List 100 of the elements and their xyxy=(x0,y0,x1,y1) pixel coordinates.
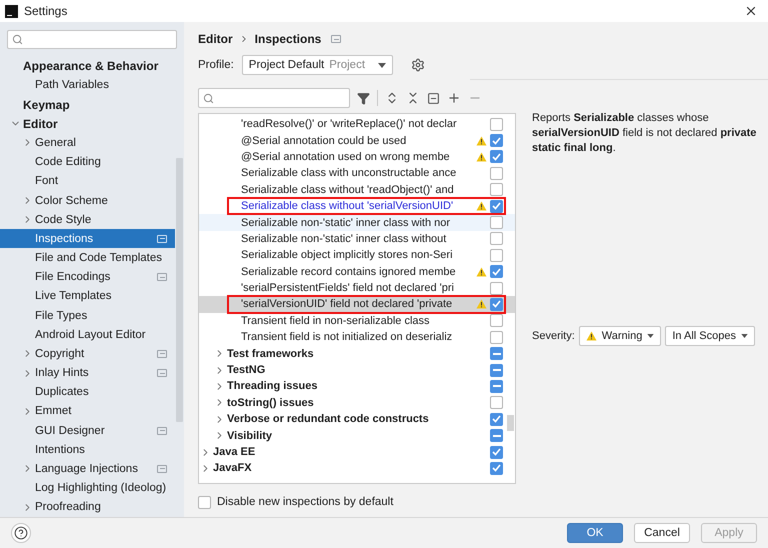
profile-dropdown[interactable]: Project Default Project xyxy=(242,55,393,75)
sidebar-item[interactable]: File and Code Templates xyxy=(0,248,175,268)
checkbox[interactable] xyxy=(490,364,503,377)
sidebar-item[interactable]: Android Layout Editor xyxy=(0,325,175,344)
checkbox[interactable] xyxy=(490,134,503,148)
checkbox[interactable] xyxy=(490,282,503,295)
sidebar-item[interactable]: Proofreading xyxy=(0,498,175,517)
inspection-label[interactable]: Serializable class with unconstructable ance xyxy=(241,167,456,180)
settings-icon[interactable] xyxy=(410,58,425,72)
window-title: Settings xyxy=(24,4,68,18)
inspection-label[interactable]: @Serial annotation could be used xyxy=(241,134,406,147)
checkbox[interactable] xyxy=(490,429,503,442)
inspection-label[interactable]: Transient field is not initialized on deserializ xyxy=(241,331,452,344)
search-field[interactable] xyxy=(7,30,177,49)
inspection-label[interactable]: Threading issues xyxy=(227,380,318,392)
inspection-label[interactable]: Verbose or redundant code constructs xyxy=(227,413,429,426)
dialog-button[interactable]: OK xyxy=(567,523,623,543)
sidebar-item[interactable]: Code Editing xyxy=(0,152,175,172)
inspection-label[interactable]: 'readResolve()' or 'writeReplace()' not declar xyxy=(241,118,457,130)
sidebar-item[interactable]: Font xyxy=(0,172,175,191)
sidebar-item[interactable]: Inlay Hints xyxy=(0,363,175,383)
tree-row[interactable]: 'serialVersionUID' field not declared 'private xyxy=(199,296,515,313)
dialog-button[interactable]: Cancel xyxy=(634,523,690,543)
inspection-label[interactable]: Serializable non-'static' inner class with nor xyxy=(241,216,450,229)
inspection-label[interactable]: Transient field in non-serializable class xyxy=(241,314,430,327)
project-icon xyxy=(331,35,342,43)
checkbox[interactable] xyxy=(490,298,503,311)
checkbox[interactable] xyxy=(490,314,503,328)
inspection-label[interactable]: 'serialPersistentFields' field not declared 'pri xyxy=(241,282,454,294)
sidebar-item[interactable]: Copyright xyxy=(0,344,175,364)
severity-dropdown[interactable]: Warning xyxy=(578,326,662,346)
inspection-label[interactable]: JavaFX xyxy=(213,462,252,474)
inspection-label[interactable]: 'serialVersionUID' field not declared 'private xyxy=(241,298,452,310)
sidebar-item[interactable]: Emmet xyxy=(0,402,175,421)
sidebar-item[interactable]: Duplicates xyxy=(0,382,175,402)
search-icon xyxy=(203,92,214,104)
checkbox[interactable] xyxy=(490,216,503,230)
scrollbar-thumb[interactable] xyxy=(507,415,514,431)
caret-icon xyxy=(647,334,654,338)
checkbox[interactable] xyxy=(490,232,503,246)
filter-icon[interactable] xyxy=(357,92,370,104)
checkbox[interactable] xyxy=(490,446,503,458)
inspection-label[interactable]: Java EE xyxy=(213,446,256,458)
help-button[interactable] xyxy=(11,523,31,543)
checkbox-label: Disable new inspections by default xyxy=(217,496,394,508)
caret-icon xyxy=(378,62,386,68)
checkbox[interactable] xyxy=(490,118,503,131)
breadcrumb-item: Inspections xyxy=(254,32,322,46)
close-icon[interactable] xyxy=(744,4,758,18)
checkbox[interactable] xyxy=(490,200,503,213)
scope-dropdown[interactable]: In All Scopes xyxy=(665,326,755,346)
inspection-label[interactable]: Serializable class without 'readObject()' and xyxy=(241,184,454,196)
inspection-label[interactable]: Serializable class without 'serialVersionUID' xyxy=(241,200,454,212)
search-field[interactable] xyxy=(198,88,350,108)
inspection-label[interactable]: Visibility xyxy=(227,430,272,442)
square-minus-icon[interactable] xyxy=(427,92,440,104)
sidebar-item[interactable]: Code Style xyxy=(0,210,175,230)
search-icon xyxy=(12,34,23,45)
inspection-label[interactable]: Serializable record contains ignored membe xyxy=(241,266,456,278)
inspection-label[interactable]: @Serial annotation used on wrong membe xyxy=(241,150,450,163)
caret-icon xyxy=(740,334,748,338)
checkbox[interactable] xyxy=(490,380,503,393)
sidebar-item[interactable]: Intentions xyxy=(0,440,175,460)
inspection-label[interactable]: Serializable non-'static' inner class without xyxy=(241,232,446,245)
sidebar-item[interactable]: Editor xyxy=(0,114,175,134)
inspection-label[interactable]: Serializable object implicitly stores non-Seri xyxy=(241,249,453,262)
checkbox[interactable] xyxy=(490,248,503,262)
profile-label: Profile: xyxy=(198,59,234,71)
checkbox[interactable] xyxy=(490,330,503,344)
checkbox[interactable] xyxy=(490,150,503,164)
sidebar-item[interactable]: File Encodings xyxy=(0,268,175,287)
checkbox[interactable] xyxy=(490,265,503,278)
inspection-label[interactable]: Test frameworks xyxy=(227,348,314,360)
app-logo-icon xyxy=(5,4,18,18)
sidebar-item[interactable]: Keymap xyxy=(0,95,175,114)
sidebar-item[interactable]: Color Scheme xyxy=(0,190,175,210)
inspection-label[interactable]: toString() issues xyxy=(227,396,314,409)
sidebar-item[interactable]: GUI Designer xyxy=(0,420,175,440)
sidebar-item[interactable]: Live Templates xyxy=(0,286,175,306)
checkbox[interactable] xyxy=(490,183,503,196)
checkbox[interactable] xyxy=(490,412,503,426)
checkbox[interactable] xyxy=(490,347,503,360)
sidebar-item[interactable]: Language Injections xyxy=(0,459,175,478)
sidebar-item[interactable]: Inspections xyxy=(0,229,175,248)
plus-icon[interactable] xyxy=(447,91,461,105)
inspection-label[interactable]: TestNG xyxy=(227,364,266,376)
sidebar-item[interactable]: Appearance & Behavior xyxy=(0,56,175,76)
warning-icon xyxy=(586,331,597,341)
scrollbar-thumb[interactable] xyxy=(176,158,183,422)
checkbox[interactable] xyxy=(198,496,211,508)
inspection-description: Reports Serializable classes whose serialVersionUID field is not declared private static final long. xyxy=(532,111,758,156)
checkbox[interactable] xyxy=(490,396,503,410)
checkbox[interactable] xyxy=(490,462,503,475)
sidebar-item[interactable]: Path Variables xyxy=(0,76,175,96)
sidebar-item[interactable]: General xyxy=(0,133,175,153)
sidebar-item[interactable]: File Types xyxy=(0,306,175,326)
tree-row[interactable]: Serializable non-'static' inner class with nor xyxy=(199,214,515,231)
sidebar-item[interactable]: Log Highlighting (Ideolog) xyxy=(0,478,175,498)
checkbox[interactable] xyxy=(490,166,503,180)
severity-label: Severity: xyxy=(532,330,575,342)
